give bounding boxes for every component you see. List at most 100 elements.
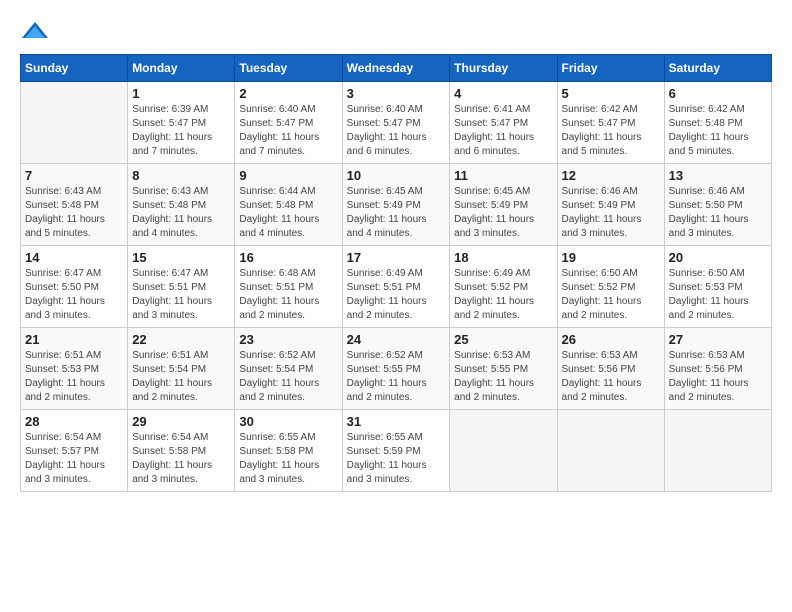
day-number: 25 bbox=[454, 332, 552, 347]
calendar-cell: 1 Sunrise: 6:39 AMSunset: 5:47 PMDaylight… bbox=[128, 82, 235, 164]
calendar-cell: 5 Sunrise: 6:42 AMSunset: 5:47 PMDaylight… bbox=[557, 82, 664, 164]
day-number: 1 bbox=[132, 86, 230, 101]
day-number: 8 bbox=[132, 168, 230, 183]
day-info: Sunrise: 6:53 AMSunset: 5:56 PMDaylight:… bbox=[562, 349, 660, 405]
day-number: 11 bbox=[454, 168, 552, 183]
calendar-cell: 3Sunrise: 6:40 AMSunset: 5:47 PMDaylight… bbox=[342, 82, 450, 164]
day-number: 26 bbox=[562, 332, 660, 347]
day-of-week-header: Friday bbox=[557, 55, 664, 82]
day-info: Sunrise: 6:53 AMSunset: 5:55 PMDaylight:… bbox=[454, 349, 552, 405]
calendar-table: SundayMondayTuesdayWednesdayThursdayFrid… bbox=[20, 54, 772, 492]
calendar-cell: 21 Sunrise: 6:51 AMSunset: 5:53 PMDayligh… bbox=[21, 328, 128, 410]
calendar-cell: 14 Sunrise: 6:47 AMSunset: 5:50 PMDayligh… bbox=[21, 246, 128, 328]
day-info: Sunrise: 6:54 AMSunset: 5:57 PMDaylight:… bbox=[25, 431, 123, 487]
day-number: 10 bbox=[347, 168, 446, 183]
page-header bbox=[20, 20, 772, 44]
calendar-cell: 2Sunrise: 6:40 AMSunset: 5:47 PMDaylight… bbox=[235, 82, 342, 164]
calendar-cell: 27 Sunrise: 6:53 AMSunset: 5:56 PMDayligh… bbox=[664, 328, 771, 410]
calendar-week-row: 14 Sunrise: 6:47 AMSunset: 5:50 PMDayligh… bbox=[21, 246, 772, 328]
calendar-cell: 30 Sunrise: 6:55 AMSunset: 5:58 PMDayligh… bbox=[235, 410, 342, 492]
day-number: 29 bbox=[132, 414, 230, 429]
calendar-cell bbox=[21, 82, 128, 164]
calendar-cell: 23 Sunrise: 6:52 AMSunset: 5:54 PMDayligh… bbox=[235, 328, 342, 410]
calendar-cell: 4 Sunrise: 6:41 AMSunset: 5:47 PMDaylight… bbox=[450, 82, 557, 164]
day-info: Sunrise: 6:49 AMSunset: 5:52 PMDaylight:… bbox=[454, 267, 552, 323]
day-info: Sunrise: 6:43 AMSunset: 5:48 PMDaylight:… bbox=[25, 185, 123, 241]
day-info: Sunrise: 6:43 AMSunset: 5:48 PMDaylight:… bbox=[132, 185, 230, 241]
day-of-week-header: Thursday bbox=[450, 55, 557, 82]
day-info: Sunrise: 6:42 AMSunset: 5:47 PMDaylight:… bbox=[562, 103, 660, 159]
day-info: Sunrise: 6:47 AMSunset: 5:51 PMDaylight:… bbox=[132, 267, 230, 323]
calendar-cell: 9 Sunrise: 6:44 AMSunset: 5:48 PMDaylight… bbox=[235, 164, 342, 246]
day-number: 21 bbox=[25, 332, 123, 347]
day-info: Sunrise: 6:46 AMSunset: 5:50 PMDaylight:… bbox=[669, 185, 767, 241]
day-of-week-header: Tuesday bbox=[235, 55, 342, 82]
day-number: 22 bbox=[132, 332, 230, 347]
day-of-week-header: Saturday bbox=[664, 55, 771, 82]
day-number: 14 bbox=[25, 250, 123, 265]
day-info: Sunrise: 6:44 AMSunset: 5:48 PMDaylight:… bbox=[239, 185, 337, 241]
day-info: Sunrise: 6:52 AMSunset: 5:55 PMDaylight:… bbox=[347, 349, 446, 405]
day-number: 7 bbox=[25, 168, 123, 183]
calendar-cell: 19 Sunrise: 6:50 AMSunset: 5:52 PMDayligh… bbox=[557, 246, 664, 328]
day-number: 18 bbox=[454, 250, 552, 265]
day-number: 13 bbox=[669, 168, 767, 183]
calendar-cell: 31Sunrise: 6:55 AMSunset: 5:59 PMDayligh… bbox=[342, 410, 450, 492]
day-number: 5 bbox=[562, 86, 660, 101]
calendar-cell: 20 Sunrise: 6:50 AMSunset: 5:53 PMDayligh… bbox=[664, 246, 771, 328]
day-number: 12 bbox=[562, 168, 660, 183]
day-of-week-header: Monday bbox=[128, 55, 235, 82]
day-number: 6 bbox=[669, 86, 767, 101]
day-number: 2 bbox=[239, 86, 337, 101]
day-info: Sunrise: 6:40 AMSunset: 5:47 PMDaylight:… bbox=[347, 103, 446, 159]
day-of-week-header: Sunday bbox=[21, 55, 128, 82]
day-number: 20 bbox=[669, 250, 767, 265]
day-number: 23 bbox=[239, 332, 337, 347]
day-number: 17 bbox=[347, 250, 446, 265]
day-info: Sunrise: 6:51 AMSunset: 5:53 PMDaylight:… bbox=[25, 349, 123, 405]
logo bbox=[20, 20, 54, 44]
day-info: Sunrise: 6:55 AMSunset: 5:58 PMDaylight:… bbox=[239, 431, 337, 487]
day-number: 27 bbox=[669, 332, 767, 347]
calendar-cell: 29 Sunrise: 6:54 AMSunset: 5:58 PMDayligh… bbox=[128, 410, 235, 492]
calendar-cell: 26 Sunrise: 6:53 AMSunset: 5:56 PMDayligh… bbox=[557, 328, 664, 410]
day-info: Sunrise: 6:47 AMSunset: 5:50 PMDaylight:… bbox=[25, 267, 123, 323]
calendar-cell: 10Sunrise: 6:45 AMSunset: 5:49 PMDayligh… bbox=[342, 164, 450, 246]
calendar-week-row: 21 Sunrise: 6:51 AMSunset: 5:53 PMDayligh… bbox=[21, 328, 772, 410]
calendar-cell bbox=[557, 410, 664, 492]
day-info: Sunrise: 6:39 AMSunset: 5:47 PMDaylight:… bbox=[132, 103, 230, 159]
day-number: 9 bbox=[239, 168, 337, 183]
day-info: Sunrise: 6:52 AMSunset: 5:54 PMDaylight:… bbox=[239, 349, 337, 405]
day-info: Sunrise: 6:51 AMSunset: 5:54 PMDaylight:… bbox=[132, 349, 230, 405]
calendar-cell: 6Sunrise: 6:42 AMSunset: 5:48 PMDaylight… bbox=[664, 82, 771, 164]
calendar-header-row: SundayMondayTuesdayWednesdayThursdayFrid… bbox=[21, 55, 772, 82]
calendar-cell bbox=[450, 410, 557, 492]
day-number: 19 bbox=[562, 250, 660, 265]
day-info: Sunrise: 6:41 AMSunset: 5:47 PMDaylight:… bbox=[454, 103, 552, 159]
calendar-cell: 22 Sunrise: 6:51 AMSunset: 5:54 PMDayligh… bbox=[128, 328, 235, 410]
day-number: 4 bbox=[454, 86, 552, 101]
day-number: 28 bbox=[25, 414, 123, 429]
day-info: Sunrise: 6:50 AMSunset: 5:52 PMDaylight:… bbox=[562, 267, 660, 323]
day-info: Sunrise: 6:54 AMSunset: 5:58 PMDaylight:… bbox=[132, 431, 230, 487]
calendar-week-row: 28 Sunrise: 6:54 AMSunset: 5:57 PMDayligh… bbox=[21, 410, 772, 492]
day-info: Sunrise: 6:55 AMSunset: 5:59 PMDaylight:… bbox=[347, 431, 446, 487]
calendar-cell bbox=[664, 410, 771, 492]
calendar-cell: 15Sunrise: 6:47 AMSunset: 5:51 PMDayligh… bbox=[128, 246, 235, 328]
day-info: Sunrise: 6:45 AMSunset: 5:49 PMDaylight:… bbox=[454, 185, 552, 241]
calendar-cell: 17 Sunrise: 6:49 AMSunset: 5:51 PMDayligh… bbox=[342, 246, 450, 328]
calendar-cell: 8 Sunrise: 6:43 AMSunset: 5:48 PMDaylight… bbox=[128, 164, 235, 246]
calendar-cell: 7 Sunrise: 6:43 AMSunset: 5:48 PMDaylight… bbox=[21, 164, 128, 246]
calendar-cell: 18 Sunrise: 6:49 AMSunset: 5:52 PMDayligh… bbox=[450, 246, 557, 328]
calendar-week-row: 1 Sunrise: 6:39 AMSunset: 5:47 PMDaylight… bbox=[21, 82, 772, 164]
calendar-cell: 12 Sunrise: 6:46 AMSunset: 5:49 PMDayligh… bbox=[557, 164, 664, 246]
calendar-cell: 13 Sunrise: 6:46 AMSunset: 5:50 PMDayligh… bbox=[664, 164, 771, 246]
day-info: Sunrise: 6:46 AMSunset: 5:49 PMDaylight:… bbox=[562, 185, 660, 241]
day-info: Sunrise: 6:48 AMSunset: 5:51 PMDaylight:… bbox=[239, 267, 337, 323]
day-number: 16 bbox=[239, 250, 337, 265]
day-info: Sunrise: 6:53 AMSunset: 5:56 PMDaylight:… bbox=[669, 349, 767, 405]
day-number: 30 bbox=[239, 414, 337, 429]
day-info: Sunrise: 6:50 AMSunset: 5:53 PMDaylight:… bbox=[669, 267, 767, 323]
day-info: Sunrise: 6:49 AMSunset: 5:51 PMDaylight:… bbox=[347, 267, 446, 323]
calendar-week-row: 7 Sunrise: 6:43 AMSunset: 5:48 PMDaylight… bbox=[21, 164, 772, 246]
